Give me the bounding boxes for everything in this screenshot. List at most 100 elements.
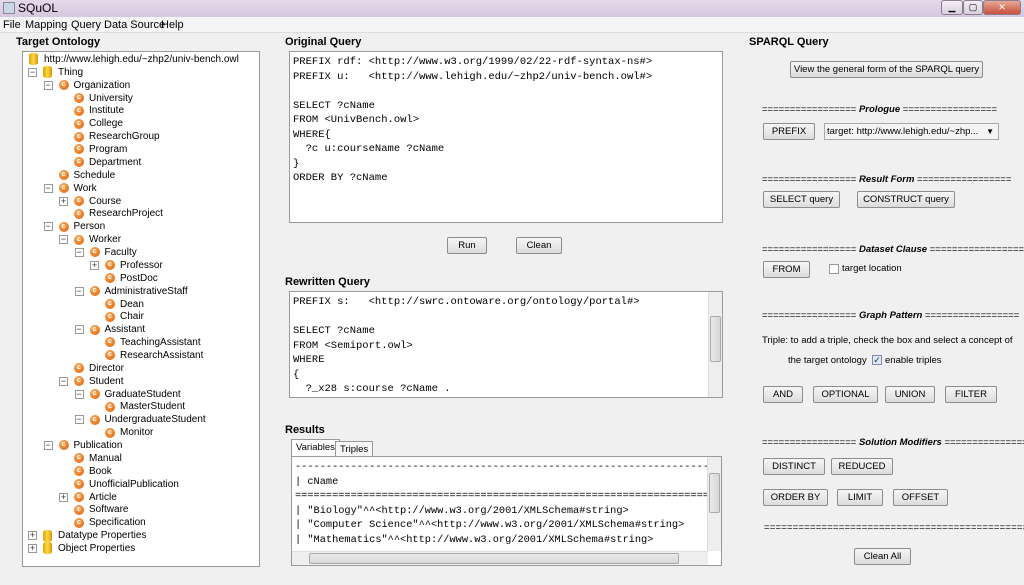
select-query-button[interactable]: SELECT query bbox=[763, 191, 840, 208]
tree-node[interactable]: http://www.lehigh.edu/~zhp2/univ-bench.o… bbox=[29, 53, 239, 66]
original-query-editor[interactable]: PREFIX rdf: <http://www.w3.org/1999/02/2… bbox=[289, 51, 723, 223]
tree-node[interactable]: − c Student bbox=[59, 375, 123, 388]
tree-node[interactable]: c Department bbox=[74, 156, 141, 169]
collapse-icon[interactable]: − bbox=[43, 80, 53, 90]
tree-node[interactable]: c Monitor bbox=[105, 426, 153, 439]
menu-data-source[interactable]: Data Source bbox=[104, 19, 165, 31]
tree-node[interactable]: − c Worker bbox=[59, 233, 121, 246]
reduced-button[interactable]: REDUCED bbox=[831, 458, 893, 475]
collapse-icon[interactable]: − bbox=[74, 325, 84, 335]
tree-node[interactable]: c Specification bbox=[74, 516, 146, 529]
union-button[interactable]: UNION bbox=[885, 386, 935, 403]
minimize-button[interactable]: ▁ bbox=[941, 0, 963, 15]
collapse-icon[interactable]: − bbox=[74, 248, 84, 258]
target-ontology-title: Target Ontology bbox=[16, 36, 101, 48]
prefix-button[interactable]: PREFIX bbox=[763, 123, 815, 140]
and-button[interactable]: AND bbox=[763, 386, 803, 403]
tree-node[interactable]: − c GraduateStudent bbox=[74, 388, 181, 401]
prefix-select[interactable]: target: http://www.lehigh.edu/~zhp... ▼ bbox=[824, 123, 999, 140]
tab-triples[interactable]: Triples bbox=[335, 441, 374, 457]
tree-node[interactable]: + Datatype Properties bbox=[28, 529, 146, 542]
tree-node[interactable]: c Program bbox=[74, 143, 127, 156]
target-location-checkbox[interactable] bbox=[829, 264, 839, 274]
tree-node[interactable]: − Thing bbox=[28, 66, 83, 79]
horizontal-scrollbar[interactable] bbox=[292, 551, 708, 565]
expand-icon[interactable]: + bbox=[90, 260, 99, 270]
ontology-tree[interactable]: http://www.lehigh.edu/~zhp2/univ-bench.o… bbox=[22, 51, 260, 567]
expand-icon[interactable]: + bbox=[28, 544, 37, 554]
tree-node-label: Faculty bbox=[104, 247, 137, 259]
menu-mapping[interactable]: Mapping bbox=[25, 19, 67, 31]
view-general-form-button[interactable]: View the general form of the SPARQL quer… bbox=[790, 61, 983, 78]
distinct-button[interactable]: DISTINCT bbox=[763, 458, 825, 475]
menu-help[interactable]: Help bbox=[161, 19, 184, 31]
tree-node[interactable]: c Manual bbox=[74, 452, 122, 465]
menu-file[interactable]: File bbox=[3, 19, 21, 31]
collapse-icon[interactable]: − bbox=[43, 441, 53, 451]
tree-node[interactable]: + c Professor bbox=[90, 259, 163, 272]
tab-variables[interactable]: Variables bbox=[291, 439, 340, 456]
clean-button[interactable]: Clean bbox=[516, 237, 562, 254]
class-icon: c bbox=[74, 466, 84, 477]
collapse-icon[interactable]: − bbox=[43, 183, 53, 193]
tree-node[interactable]: c ResearchAssistant bbox=[105, 349, 203, 362]
tree-node[interactable]: + c Course bbox=[59, 195, 121, 208]
tree-node[interactable]: c Book bbox=[74, 465, 112, 478]
tree-node[interactable]: c MasterStudent bbox=[105, 400, 185, 413]
collapse-icon[interactable]: − bbox=[59, 376, 68, 386]
tree-node[interactable]: c Dean bbox=[105, 298, 144, 311]
tree-node[interactable]: c ResearchProject bbox=[74, 207, 163, 220]
collapse-icon[interactable]: − bbox=[43, 222, 53, 232]
filter-button[interactable]: FILTER bbox=[945, 386, 997, 403]
close-button[interactable]: ✕ bbox=[983, 0, 1021, 15]
tree-node[interactable]: c Institute bbox=[74, 104, 124, 117]
rewritten-query-title: Rewritten Query bbox=[285, 276, 370, 288]
class-icon: c bbox=[105, 337, 115, 348]
tree-node[interactable]: c Director bbox=[74, 362, 124, 375]
tree-node[interactable]: − c Organization bbox=[43, 79, 130, 92]
expand-icon[interactable]: + bbox=[59, 196, 68, 206]
tree-node[interactable]: − c Faculty bbox=[74, 246, 137, 259]
collapse-icon[interactable]: − bbox=[74, 389, 84, 399]
collapse-icon[interactable]: − bbox=[59, 235, 68, 245]
expand-icon[interactable]: + bbox=[59, 492, 68, 502]
optional-button[interactable]: OPTIONAL bbox=[813, 386, 878, 403]
tree-node[interactable]: c Software bbox=[74, 503, 128, 516]
menu-query[interactable]: Query bbox=[71, 19, 101, 31]
offset-button[interactable]: OFFSET bbox=[893, 489, 948, 506]
tree-node[interactable]: c College bbox=[74, 117, 123, 130]
tree-node-label: Book bbox=[89, 465, 112, 477]
tree-node[interactable]: c TeachingAssistant bbox=[105, 336, 201, 349]
tree-node-label: ResearchProject bbox=[89, 208, 163, 220]
tree-node[interactable]: − c AdministrativeStaff bbox=[74, 285, 188, 298]
enable-triples-checkbox[interactable]: ✓ bbox=[872, 355, 882, 365]
from-button[interactable]: FROM bbox=[763, 261, 810, 278]
tree-node[interactable]: c ResearchGroup bbox=[74, 130, 160, 143]
tree-node[interactable]: + Object Properties bbox=[28, 542, 135, 555]
tree-node[interactable]: − c UndergraduateStudent bbox=[74, 413, 206, 426]
tree-node[interactable]: − c Publication bbox=[43, 439, 122, 452]
tree-node[interactable]: − c Person bbox=[43, 220, 105, 233]
tree-node[interactable]: − c Work bbox=[43, 182, 97, 195]
maximize-button[interactable]: ▢ bbox=[963, 0, 983, 15]
collapse-icon[interactable]: − bbox=[74, 286, 84, 296]
tree-node[interactable]: c University bbox=[74, 92, 133, 105]
tree-node[interactable]: c PostDoc bbox=[105, 272, 158, 285]
tree-node[interactable]: c UnofficialPublication bbox=[74, 478, 179, 491]
expand-icon[interactable]: + bbox=[28, 531, 37, 541]
limit-button[interactable]: LIMIT bbox=[837, 489, 883, 506]
collapse-icon[interactable]: − bbox=[28, 67, 37, 77]
run-button[interactable]: Run bbox=[447, 237, 487, 254]
vertical-scrollbar[interactable] bbox=[708, 292, 722, 397]
tree-node[interactable]: + c Article bbox=[59, 491, 117, 504]
tree-node[interactable]: c Chair bbox=[105, 310, 144, 323]
tree-node[interactable]: − c Assistant bbox=[74, 323, 145, 336]
tree-node[interactable]: c Schedule bbox=[58, 169, 115, 182]
collapse-icon[interactable]: − bbox=[74, 415, 84, 425]
vertical-scrollbar[interactable] bbox=[707, 457, 721, 551]
class-icon: c bbox=[74, 453, 84, 464]
clean-all-button[interactable]: Clean All bbox=[854, 548, 911, 565]
construct-query-button[interactable]: CONSTRUCT query bbox=[857, 191, 955, 208]
order-by-button[interactable]: ORDER BY bbox=[763, 489, 828, 506]
class-icon: c bbox=[105, 350, 115, 361]
